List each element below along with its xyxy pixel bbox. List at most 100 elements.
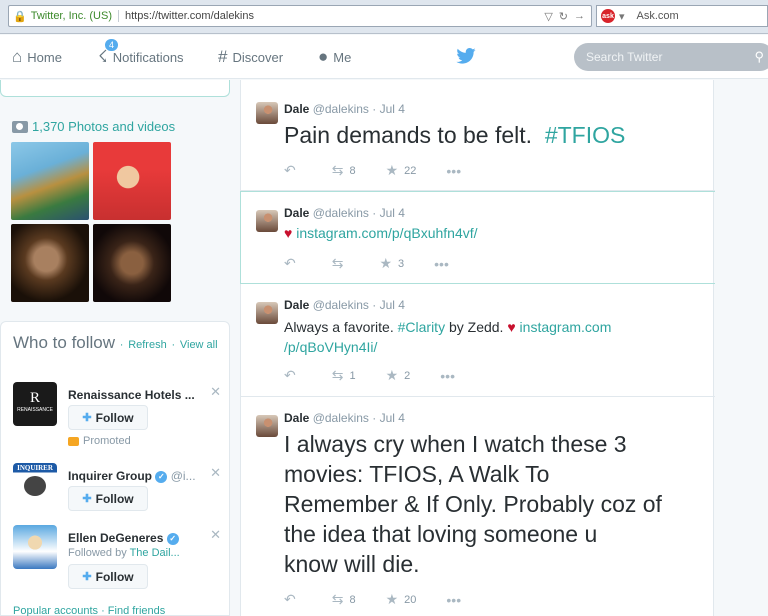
more-button[interactable]: ••• — [434, 256, 455, 272]
bell-icon: ☇ 4 — [98, 38, 120, 67]
tweet-author-name[interactable]: Dale — [284, 298, 309, 312]
nav-me[interactable]: ● Me — [318, 35, 351, 79]
retweet-button[interactable]: ⇆ 8 — [332, 162, 356, 179]
tweet-time[interactable]: Jul 4 — [380, 298, 405, 312]
hashtag-link[interactable]: #TFIOS — [545, 122, 626, 148]
tweet-actions: ↶ ⇆ 1 ★ 2 ••• — [284, 367, 491, 384]
notification-badge: 4 — [104, 38, 120, 52]
browser-toolbar: 🔒 Twitter, Inc. (US) https://twitter.com… — [0, 0, 768, 34]
reply-button[interactable]: ↶ — [284, 162, 302, 179]
follow-button[interactable]: ✚ Follow — [68, 564, 148, 589]
reply-icon: ↶ — [284, 591, 296, 607]
tweet-handle[interactable]: @dalekins — [313, 102, 369, 116]
photo-thumbnail[interactable] — [11, 142, 89, 220]
retweet-button[interactable]: ⇆ — [332, 255, 350, 272]
account-name-group[interactable]: Inquirer Group ✓ @i... — [68, 469, 198, 483]
tweet-handle[interactable]: @dalekins — [313, 206, 369, 220]
tweet-text-part: Always a favorite. — [284, 319, 394, 335]
instagram-link[interactable]: instagram.com — [520, 319, 612, 335]
tweet-author-name[interactable]: Dale — [284, 206, 309, 220]
star-icon: ★ — [385, 162, 399, 178]
instagram-link-path[interactable]: /p/qBoVHyn4Ii/ — [284, 339, 377, 355]
search-engine-dropdown-icon[interactable]: ▾ — [619, 10, 625, 23]
find-friends-link[interactable]: Find friends — [108, 605, 165, 616]
nav-discover[interactable]: # Discover — [218, 35, 283, 79]
followed-by-link[interactable]: The Dail... — [130, 547, 180, 559]
nav-home[interactable]: ⌂ Home — [12, 35, 62, 79]
tweet-header: Dale @dalekins · Jul 4 — [284, 411, 405, 425]
favorite-button[interactable]: ★ 20 — [386, 591, 417, 608]
url-text[interactable]: https://twitter.com/dalekins — [125, 10, 544, 22]
reply-button[interactable]: ↶ — [284, 591, 302, 608]
ellen-avatar[interactable] — [13, 525, 57, 569]
tweet-handle[interactable]: @dalekins — [313, 411, 369, 425]
tweet[interactable]: Dale @dalekins · Jul 4 Pain demands to b… — [241, 80, 715, 191]
inquirer-logo[interactable]: INQUIRER — [13, 463, 57, 507]
dismiss-icon[interactable]: ✕ — [210, 384, 221, 400]
follow-button[interactable]: ✚ Follow — [68, 486, 148, 511]
site-identity[interactable]: Twitter, Inc. (US) — [31, 10, 119, 22]
favorite-button[interactable]: ★ 2 — [386, 367, 411, 384]
nav-discover-label: Discover — [232, 49, 284, 65]
more-button[interactable]: ••• — [440, 368, 461, 384]
tweet-time[interactable]: Jul 4 — [380, 411, 405, 425]
photos-videos-link[interactable]: 1,370 Photos and videos — [12, 119, 175, 134]
view-all-link[interactable]: View all — [180, 339, 218, 351]
address-bar[interactable]: 🔒 Twitter, Inc. (US) https://twitter.com… — [8, 5, 592, 27]
refresh-link[interactable]: Refresh — [128, 339, 167, 351]
renaissance-logo[interactable]: R RENAISSANCE — [13, 382, 57, 426]
more-icon: ••• — [440, 367, 455, 384]
avatar[interactable] — [256, 102, 278, 124]
who-to-follow-module: Who to follow · Refresh · View all R REN… — [0, 321, 230, 616]
hashtag-icon: # — [218, 47, 228, 66]
avatar[interactable] — [256, 415, 278, 437]
hashtag-link[interactable]: #Clarity — [398, 319, 445, 335]
browser-search-box[interactable]: ask ▾ Ask.com — [596, 5, 768, 27]
photo-thumbnail[interactable] — [93, 142, 171, 220]
retweet-icon: ⇆ — [331, 367, 344, 383]
tweet[interactable]: Dale @dalekins · Jul 4 ♥ instagram.com/p… — [240, 191, 716, 284]
tweet[interactable]: Dale @dalekins · Jul 4 I always cry when… — [241, 397, 715, 616]
lock-icon: 🔒 — [13, 10, 27, 23]
more-button[interactable]: ••• — [446, 592, 467, 608]
tweet-line: know will die. — [284, 551, 420, 577]
follow-button[interactable]: ✚ Follow — [68, 405, 148, 430]
person-icon: ● — [318, 47, 329, 66]
tweet-handle[interactable]: @dalekins — [313, 298, 369, 312]
tweet-timeline: Dale @dalekins · Jul 4 Pain demands to b… — [240, 80, 716, 616]
reply-button[interactable]: ↶ — [284, 255, 302, 272]
avatar[interactable] — [256, 210, 278, 232]
reload-icon[interactable]: ↻ — [559, 10, 568, 23]
favorite-button[interactable]: ★ 3 — [379, 255, 404, 272]
nav-notifications[interactable]: ☇ 4 Notifications — [98, 35, 184, 79]
reply-button[interactable]: ↶ — [284, 367, 302, 384]
tweet-header: Dale @dalekins · Jul 4 — [284, 206, 405, 220]
avatar[interactable] — [256, 302, 278, 324]
tweet-time[interactable]: Jul 4 — [380, 102, 405, 116]
forward-arrow-icon[interactable]: → — [574, 10, 585, 22]
twitter-bird-icon[interactable] — [456, 48, 476, 64]
tweet-author-name[interactable]: Dale — [284, 411, 309, 425]
dismiss-icon[interactable]: ✕ — [210, 527, 221, 543]
popular-accounts-link[interactable]: Popular accounts — [13, 605, 98, 616]
retweet-button[interactable]: ⇆ 8 — [332, 591, 356, 608]
favorite-button[interactable]: ★ 22 — [386, 162, 417, 179]
dropdown-arrow-icon[interactable]: ▽ — [544, 10, 552, 23]
dismiss-icon[interactable]: ✕ — [210, 465, 221, 481]
search-icon[interactable]: ⚲ — [754, 49, 764, 65]
account-name-group[interactable]: Ellen DeGeneres ✓ — [68, 531, 198, 545]
photos-module: 1,370 Photos and videos — [0, 109, 230, 319]
account-name[interactable]: Renaissance Hotels ... — [68, 388, 198, 402]
tweet-author-name[interactable]: Dale — [284, 102, 309, 116]
tweet-time[interactable]: Jul 4 — [380, 206, 405, 220]
instagram-link[interactable]: instagram.com/p/qBxuhfn4vf/ — [296, 225, 477, 241]
photo-thumbnail[interactable] — [93, 224, 171, 302]
photo-thumbnail[interactable] — [11, 224, 89, 302]
retweet-button[interactable]: ⇆ 1 — [332, 367, 356, 384]
tweet-dot: · — [372, 206, 377, 220]
twitter-search-input[interactable]: Search Twitter ⚲ — [574, 43, 768, 71]
suggested-account: R RENAISSANCE Renaissance Hotels ... ✕ ✚… — [13, 382, 223, 452]
promoted-text: Promoted — [83, 435, 131, 447]
tweet[interactable]: Dale @dalekins · Jul 4 Always a favorite… — [241, 284, 715, 397]
more-button[interactable]: ••• — [446, 163, 467, 179]
